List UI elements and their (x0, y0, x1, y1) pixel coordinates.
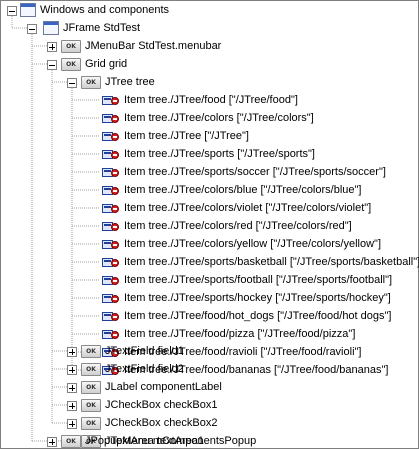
component-tree-panel: Windows and components JFrame StdTest OK… (0, 0, 419, 449)
item-node-icon (102, 148, 120, 160)
tree-node-label: JTextField field2 (105, 363, 184, 375)
component-tree[interactable]: Windows and components JFrame StdTest OK… (1, 1, 419, 450)
tree-item-node[interactable]: Item tree./JTree/colors ["/JTree/colors"… (102, 109, 314, 127)
ok-icon: OK (81, 344, 101, 358)
tree-node-grid-child[interactable]: OK JTextField field2 (67, 360, 184, 378)
tree-node-grid-child[interactable]: OK JLabel componentLabel (67, 378, 222, 396)
tree-node-label: Item tree./JTree/food/pizza ["/JTree/foo… (124, 328, 356, 340)
item-node-icon (102, 184, 120, 196)
tree-node-label: Item tree./JTree/sports/hockey ["/JTree/… (124, 292, 391, 304)
expand-toggle-icon[interactable] (67, 401, 77, 411)
tree-node-jtree[interactable]: OK JTree tree (67, 73, 155, 91)
ok-icon: OK (81, 362, 101, 376)
tree-node-popup[interactable]: OK JPopupMenu mComponentsPopup (47, 432, 256, 450)
tree-node-label: Item tree./JTree/sports ["/JTree/sports"… (124, 148, 315, 160)
tree-node-label: JFrame StdTest (63, 22, 141, 34)
tree-item-node[interactable]: Item tree./JTree/sports/basketball ["/JT… (102, 253, 419, 271)
item-node-icon (102, 166, 120, 178)
tree-node-label: JLabel componentLabel (105, 381, 222, 393)
tree-item-node[interactable]: Item tree./JTree/colors/red ["/JTree/col… (102, 217, 352, 235)
tree-node-label: JMenuBar StdTest.menubar (85, 40, 222, 52)
tree-node-grid-child[interactable]: OK JCheckBox checkBox1 (67, 396, 218, 414)
item-node-icon (102, 94, 120, 106)
expand-toggle-icon[interactable] (67, 383, 77, 393)
tree-node-menubar[interactable]: OK JMenuBar StdTest.menubar (47, 37, 221, 55)
tree-item-node[interactable]: Item tree./JTree/colors/blue ["/JTree/co… (102, 181, 361, 199)
collapse-toggle-icon[interactable] (27, 24, 37, 34)
tree-node-label: Item tree./JTree ["/JTree"] (124, 130, 249, 142)
tree-item-node[interactable]: Item tree./JTree/food/hot_dogs ["/JTree/… (102, 307, 391, 325)
ok-icon: OK (81, 380, 101, 394)
ok-icon: OK (81, 75, 101, 89)
item-node-icon (102, 274, 120, 286)
collapse-toggle-icon[interactable] (67, 78, 77, 88)
collapse-toggle-icon[interactable] (47, 60, 57, 70)
ok-icon: OK (81, 416, 101, 430)
item-node-icon (102, 328, 120, 340)
expand-toggle-icon[interactable] (67, 419, 77, 429)
item-node-icon (102, 202, 120, 214)
jframe-icon (43, 21, 59, 35)
ok-icon: OK (81, 398, 101, 412)
expand-toggle-icon[interactable] (67, 365, 77, 375)
tree-node-jframe[interactable]: JFrame StdTest (27, 19, 140, 37)
tree-node-label: JTextField field1 (105, 345, 184, 357)
tree-node-grid-child[interactable]: OK JTextField field1 (67, 342, 184, 360)
tree-node-label: Grid grid (85, 58, 128, 70)
tree-node-grid[interactable]: OK Grid grid (47, 55, 127, 73)
item-node-icon (102, 130, 120, 142)
tree-node-label: Item tree./JTree/food ["/JTree/food"] (124, 94, 298, 106)
tree-item-node[interactable]: Item tree./JTree/sports/football ["/JTre… (102, 271, 392, 289)
tree-item-node[interactable]: Item tree./JTree/colors/violet ["/JTree/… (102, 199, 371, 217)
ok-icon: OK (61, 39, 81, 53)
tree-node-label: Item tree./JTree/colors/yellow ["/JTree/… (124, 238, 382, 250)
item-node-icon (102, 220, 120, 232)
tree-node-label: Item tree./JTree/colors/red ["/JTree/col… (124, 220, 352, 232)
item-node-icon (102, 292, 120, 304)
tree-node-label: Item tree./JTree/sports/basketball ["/JT… (124, 256, 419, 268)
expand-toggle-icon[interactable] (67, 347, 77, 357)
item-node-icon (102, 238, 120, 250)
ok-icon: OK (61, 57, 81, 71)
item-node-icon (102, 112, 120, 124)
item-node-icon (102, 310, 120, 322)
tree-node-label: Item tree./JTree/sports/football ["/JTre… (124, 274, 393, 286)
tree-node-label: JPopupMenu mComponentsPopup (85, 435, 257, 447)
tree-item-node[interactable]: Item tree./JTree/sports ["/JTree/sports"… (102, 145, 315, 163)
tree-node-label: Item tree./JTree/colors/violet ["/JTree/… (124, 202, 372, 214)
tree-node-label: Item tree./JTree/food/hot_dogs ["/JTree/… (124, 310, 392, 322)
windows-icon (20, 3, 36, 17)
tree-node-label: Item tree./JTree/colors/blue ["/JTree/co… (124, 184, 362, 196)
tree-node-label: JCheckBox checkBox1 (105, 399, 218, 411)
tree-item-node[interactable]: Item tree./JTree/food/pizza ["/JTree/foo… (102, 325, 355, 343)
tree-node-label: Windows and components (40, 4, 170, 16)
tree-item-node[interactable]: Item tree./JTree ["/JTree"] (102, 127, 249, 145)
tree-node-label: JCheckBox checkBox2 (105, 417, 218, 429)
tree-node-label: Item tree./JTree/sports/soccer ["/JTree/… (124, 166, 386, 178)
tree-node-label: Item tree./JTree/colors ["/JTree/colors"… (124, 112, 314, 124)
expand-toggle-icon[interactable] (47, 437, 57, 447)
tree-item-node[interactable]: Item tree./JTree/sports/hockey ["/JTree/… (102, 289, 391, 307)
tree-item-node[interactable]: Item tree./JTree/food ["/JTree/food"] (102, 91, 298, 109)
tree-node-grid-child[interactable]: OK JCheckBox checkBox2 (67, 414, 218, 432)
tree-item-node[interactable]: Item tree./JTree/colors/yellow ["/JTree/… (102, 235, 381, 253)
tree-node-root[interactable]: Windows and components (7, 1, 169, 19)
tree-node-label: JTree tree (105, 76, 155, 88)
collapse-toggle-icon[interactable] (7, 6, 17, 16)
expand-toggle-icon[interactable] (47, 42, 57, 52)
ok-icon: OK (61, 434, 81, 448)
item-node-icon (102, 256, 120, 268)
tree-item-node[interactable]: Item tree./JTree/sports/soccer ["/JTree/… (102, 163, 386, 181)
